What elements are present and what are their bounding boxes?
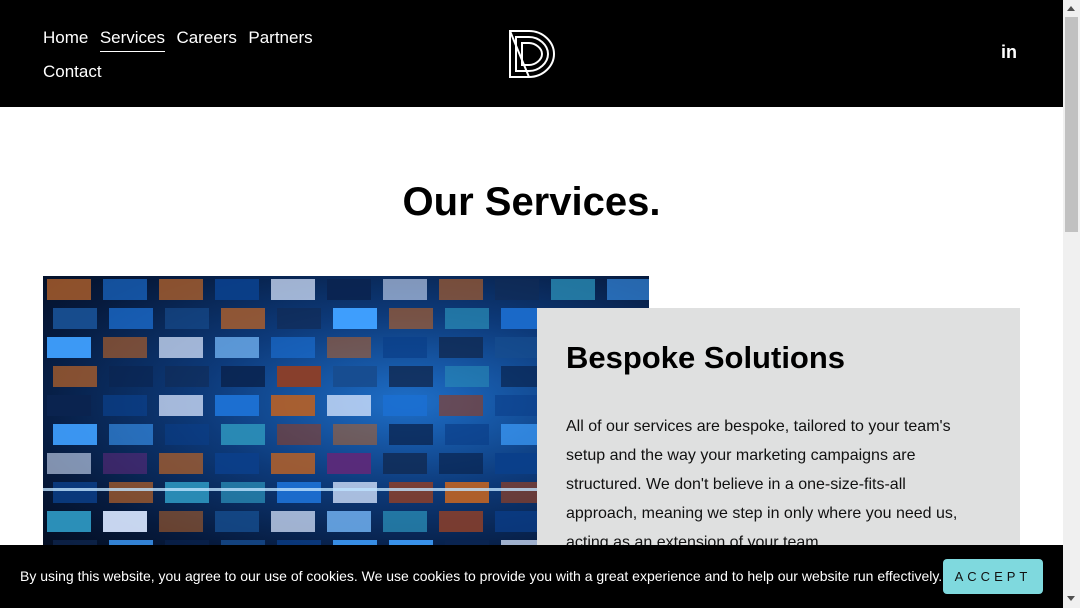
- nav-contact[interactable]: Contact: [43, 60, 102, 84]
- video-tile: [383, 279, 427, 300]
- video-tile: [47, 337, 91, 358]
- bespoke-solutions-card: Bespoke Solutions All of our services ar…: [537, 308, 1020, 568]
- video-tile: [495, 453, 539, 474]
- video-tile: [277, 308, 321, 329]
- video-tile: [271, 395, 315, 416]
- video-tile: [607, 279, 649, 300]
- video-tile: [445, 308, 489, 329]
- video-tile: [47, 395, 91, 416]
- video-tile: [103, 395, 147, 416]
- video-tile: [389, 366, 433, 387]
- accept-cookies-button[interactable]: ACCEPT: [943, 559, 1043, 594]
- video-tile: [53, 366, 97, 387]
- scroll-down-icon[interactable]: [1067, 596, 1075, 601]
- video-tile: [103, 453, 147, 474]
- video-tile: [327, 453, 371, 474]
- linkedin-icon[interactable]: in: [1001, 42, 1017, 63]
- video-tile: [271, 453, 315, 474]
- scroll-up-icon[interactable]: [1067, 6, 1075, 11]
- video-tile: [103, 279, 147, 300]
- video-tile: [383, 395, 427, 416]
- video-tile: [165, 424, 209, 445]
- scroll-thumb[interactable]: [1065, 17, 1078, 232]
- video-tile: [109, 482, 153, 503]
- video-tile: [215, 279, 259, 300]
- video-tile: [159, 395, 203, 416]
- video-tile: [271, 337, 315, 358]
- video-tile: [159, 511, 203, 532]
- video-tile: [327, 337, 371, 358]
- video-tile: [551, 279, 595, 300]
- video-tile: [103, 337, 147, 358]
- video-tile: [47, 279, 91, 300]
- site-header: Home Services Careers Partners Contact i…: [0, 0, 1063, 107]
- video-tile: [221, 424, 265, 445]
- video-tile: [389, 482, 433, 503]
- video-tile: [221, 482, 265, 503]
- video-tile: [439, 279, 483, 300]
- dd-logo-icon[interactable]: [507, 28, 559, 80]
- nav-careers[interactable]: Careers: [176, 26, 236, 50]
- video-tile: [159, 453, 203, 474]
- video-tile: [159, 337, 203, 358]
- video-tile: [53, 308, 97, 329]
- video-tile: [109, 366, 153, 387]
- video-tile: [165, 366, 209, 387]
- video-tile: [271, 511, 315, 532]
- video-tile: [277, 424, 321, 445]
- video-tile: [495, 337, 539, 358]
- video-tile: [445, 482, 489, 503]
- video-tile: [333, 366, 377, 387]
- video-tile: [215, 453, 259, 474]
- nav-home[interactable]: Home: [43, 26, 88, 50]
- video-tile: [439, 337, 483, 358]
- video-tile: [109, 424, 153, 445]
- main-nav: Home Services Careers Partners Contact: [43, 26, 343, 92]
- video-tile: [47, 511, 91, 532]
- card-title: Bespoke Solutions: [566, 340, 846, 375]
- card-body: All of our services are bespoke, tailore…: [566, 418, 958, 551]
- cookie-text: By using this website, you agree to our …: [20, 568, 943, 584]
- video-tile: [495, 395, 539, 416]
- video-tile: [271, 279, 315, 300]
- video-tile: [277, 482, 321, 503]
- video-tile: [445, 424, 489, 445]
- video-tile: [215, 395, 259, 416]
- video-tile: [495, 511, 539, 532]
- video-tile: [333, 308, 377, 329]
- video-tile: [333, 482, 377, 503]
- video-tile: [215, 337, 259, 358]
- video-tile: [439, 511, 483, 532]
- video-tile: [445, 366, 489, 387]
- video-tile: [383, 453, 427, 474]
- video-tile: [215, 511, 259, 532]
- video-tile: [389, 424, 433, 445]
- page-scrollbar[interactable]: [1063, 0, 1080, 608]
- nav-partners[interactable]: Partners: [248, 26, 312, 50]
- video-tile: [165, 482, 209, 503]
- video-tile: [389, 308, 433, 329]
- video-tile: [439, 453, 483, 474]
- video-tile: [103, 511, 147, 532]
- video-tile: [53, 424, 97, 445]
- video-tile: [439, 395, 483, 416]
- cookie-banner: By using this website, you agree to our …: [0, 545, 1063, 608]
- video-tile: [221, 366, 265, 387]
- video-tile: [327, 279, 371, 300]
- video-tile: [165, 308, 209, 329]
- video-tile: [327, 395, 371, 416]
- video-tile: [383, 337, 427, 358]
- video-tile: [333, 424, 377, 445]
- video-tile: [47, 453, 91, 474]
- video-tile: [159, 279, 203, 300]
- video-tile: [221, 308, 265, 329]
- video-tile: [327, 511, 371, 532]
- nav-services[interactable]: Services: [99, 26, 165, 52]
- video-tile: [383, 511, 427, 532]
- page-title: Our Services.: [402, 180, 661, 224]
- video-tile: [277, 366, 321, 387]
- video-tile: [53, 482, 97, 503]
- video-tile: [109, 308, 153, 329]
- video-tile: [495, 279, 539, 300]
